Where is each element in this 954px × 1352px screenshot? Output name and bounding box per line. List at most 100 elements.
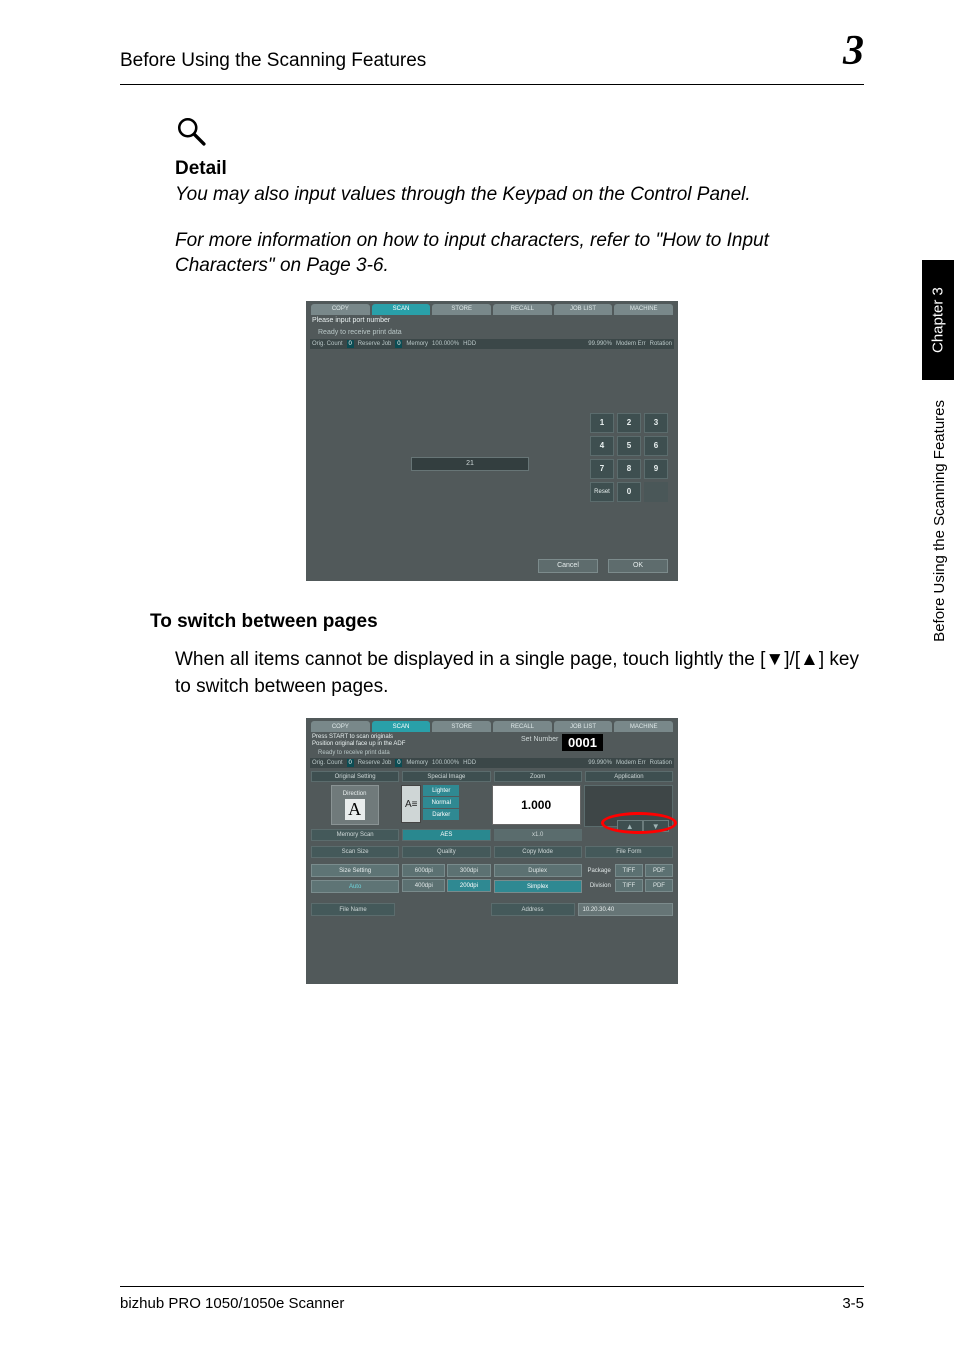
s2-direction-label: Direction xyxy=(343,791,367,797)
s1-tab-recall[interactable]: RECALL xyxy=(493,304,552,315)
detail-text-1: You may also input values through the Ke… xyxy=(175,182,864,208)
s2-zoom-value[interactable]: 1.000 xyxy=(492,785,581,825)
s2-application-box: ▲ ▼ xyxy=(584,785,673,827)
s2-x1[interactable]: x1.0 xyxy=(494,829,582,841)
s1-key-1[interactable]: 1 xyxy=(590,413,614,433)
s1-ready: Ready to receive print data xyxy=(318,329,402,336)
page-header: Before Using the Scanning Features 3 xyxy=(120,30,864,85)
s2-quality-col: 600dpi 300dpi 400dpi 200dpi xyxy=(402,864,490,893)
s2-copymode-col: Duplex Simplex xyxy=(494,864,582,893)
s2-h-copymode[interactable]: Copy Mode xyxy=(494,846,582,858)
s2-direction-cell: Direction A xyxy=(311,785,398,825)
s1-tab-machine[interactable]: MACHINE xyxy=(614,304,673,315)
s1-key-5[interactable]: 5 xyxy=(617,436,641,456)
s2-ff-package-pdf[interactable]: PDF xyxy=(645,864,673,877)
footer-right: 3-5 xyxy=(842,1295,864,1312)
s2-reserve-lbl: Reserve Job xyxy=(358,760,392,766)
s2-ff-package-tiff[interactable]: TIFF xyxy=(615,864,643,877)
s2-200dpi[interactable]: 200dpi xyxy=(447,879,490,892)
side-chapter-tab: Chapter 3 xyxy=(922,260,954,380)
s2-300dpi[interactable]: 300dpi xyxy=(447,864,490,877)
s2-dpi-grid: 600dpi 300dpi 400dpi 200dpi xyxy=(402,864,490,892)
s2-tab-copy[interactable]: COPY xyxy=(311,721,370,732)
s2-hdd: 99.990% xyxy=(588,760,612,766)
s1-key-3[interactable]: 3 xyxy=(644,413,668,433)
footer-left: bizhub PRO 1050/1050e Scanner xyxy=(120,1295,344,1312)
s1-reserve: 0 xyxy=(395,340,402,348)
s2-tab-scan[interactable]: SCAN xyxy=(372,721,431,732)
s1-key-reset[interactable]: Reset xyxy=(590,482,614,502)
s1-key-0[interactable]: 0 xyxy=(617,482,641,502)
header-title: Before Using the Scanning Features xyxy=(120,50,426,72)
s2-ff-division-lbl: Division xyxy=(585,879,613,892)
s2-ff-division-pdf[interactable]: PDF xyxy=(645,879,673,892)
s2-memory-lbl: Memory xyxy=(406,760,428,766)
s2-h-quality[interactable]: Quality xyxy=(402,846,490,858)
s2-direction-button[interactable]: Direction A xyxy=(331,785,379,825)
s2-ready: Ready to receive print data xyxy=(318,750,390,756)
section2-text: When all items cannot be displayed in a … xyxy=(150,647,864,700)
s2-row3-headers: Scan Size Quality Copy Mode File Form xyxy=(311,846,673,858)
s2-tabs: COPY SCAN STORE RECALL JOB LIST MACHINE xyxy=(311,721,673,732)
s2-statusbar: Orig. Count 0 Reserve Job 0 Memory 100.0… xyxy=(310,758,674,768)
page-content: Before Using the Scanning Features 3 Det… xyxy=(120,30,864,1292)
screenshot-1: COPY SCAN STORE RECALL JOB LIST MACHINE … xyxy=(306,301,678,581)
s2-h-fileform[interactable]: File Form xyxy=(585,846,673,858)
s2-auto[interactable]: Auto xyxy=(311,880,399,893)
s1-memory-lbl: Memory xyxy=(406,341,428,347)
s2-address-button[interactable]: Address xyxy=(491,903,575,916)
s1-key-9[interactable]: 9 xyxy=(644,459,668,479)
s2-address-value[interactable]: 10.20.30.40 xyxy=(578,903,674,916)
s2-tab-store[interactable]: STORE xyxy=(432,721,491,732)
page-footer: bizhub PRO 1050/1050e Scanner 3-5 xyxy=(120,1286,864,1312)
s2-tab-recall[interactable]: RECALL xyxy=(493,721,552,732)
s2-lighter[interactable]: Lighter xyxy=(423,785,459,796)
s1-key-8[interactable]: 8 xyxy=(617,459,641,479)
s1-reserve-lbl: Reserve Job xyxy=(358,341,392,347)
s2-reserve: 0 xyxy=(395,759,402,767)
s1-hdd: 99.990% xyxy=(588,341,612,347)
s2-orientation-icon[interactable]: A≡ xyxy=(401,785,421,823)
detail-block: Detail You may also input values through… xyxy=(120,115,864,279)
s1-ok-button[interactable]: OK xyxy=(608,559,668,573)
s2-h-special[interactable]: Special Image xyxy=(402,771,490,782)
s1-cancel-button[interactable]: Cancel xyxy=(538,559,598,573)
s2-row4: Size Setting Auto 600dpi 300dpi 400dpi 2… xyxy=(311,864,673,893)
s2-tab-machine[interactable]: MACHINE xyxy=(614,721,673,732)
s2-origcount: 0 xyxy=(347,759,354,767)
s2-h-zoom[interactable]: Zoom xyxy=(494,771,582,782)
s1-input-field[interactable]: 21 xyxy=(411,457,529,471)
s2-duplex[interactable]: Duplex xyxy=(494,864,582,877)
s1-tab-joblist[interactable]: JOB LIST xyxy=(554,304,613,315)
s2-h-scansize[interactable]: Scan Size xyxy=(311,846,399,858)
s1-keypad: 1 2 3 4 5 6 7 8 9 Reset 0 xyxy=(590,413,668,502)
s1-tab-scan[interactable]: SCAN xyxy=(372,304,431,315)
s1-key-2[interactable]: 2 xyxy=(617,413,641,433)
s2-tab-joblist[interactable]: JOB LIST xyxy=(554,721,613,732)
s2-simplex[interactable]: Simplex xyxy=(494,880,582,893)
s2-filename-button[interactable]: File Name xyxy=(311,903,395,916)
s2-setnum-value: 0001 xyxy=(562,734,603,751)
s2-ff-package-lbl: Package xyxy=(585,864,613,877)
s1-key-6[interactable]: 6 xyxy=(644,436,668,456)
s2-h-original[interactable]: Original Setting xyxy=(311,771,399,782)
s2-h-application[interactable]: Application xyxy=(585,771,673,782)
s2-darker[interactable]: Darker xyxy=(423,809,459,820)
s1-origcount-lbl: Orig. Count xyxy=(312,341,343,347)
s1-tab-copy[interactable]: COPY xyxy=(311,304,370,315)
s2-size-setting[interactable]: Size Setting xyxy=(311,864,399,877)
s2-400dpi[interactable]: 400dpi xyxy=(402,879,445,892)
s2-memory-scan[interactable]: Memory Scan xyxy=(311,829,399,841)
s2-special-cell: A≡ Lighter Normal Darker xyxy=(401,785,488,825)
s2-density-col: Lighter Normal Darker xyxy=(423,785,459,825)
s1-tab-store[interactable]: STORE xyxy=(432,304,491,315)
s2-sectionA: Direction A A≡ Lighter Normal Darker 1.0… xyxy=(311,785,673,825)
s2-normal[interactable]: Normal xyxy=(423,797,459,808)
s1-key-4[interactable]: 4 xyxy=(590,436,614,456)
s2-aes[interactable]: AES xyxy=(402,829,490,841)
s2-ff-division-tiff[interactable]: TIFF xyxy=(615,879,643,892)
magnifier-icon xyxy=(175,115,209,154)
s2-600dpi[interactable]: 600dpi xyxy=(402,864,445,877)
s1-key-7[interactable]: 7 xyxy=(590,459,614,479)
s2-rotation: Rotation xyxy=(650,760,672,766)
